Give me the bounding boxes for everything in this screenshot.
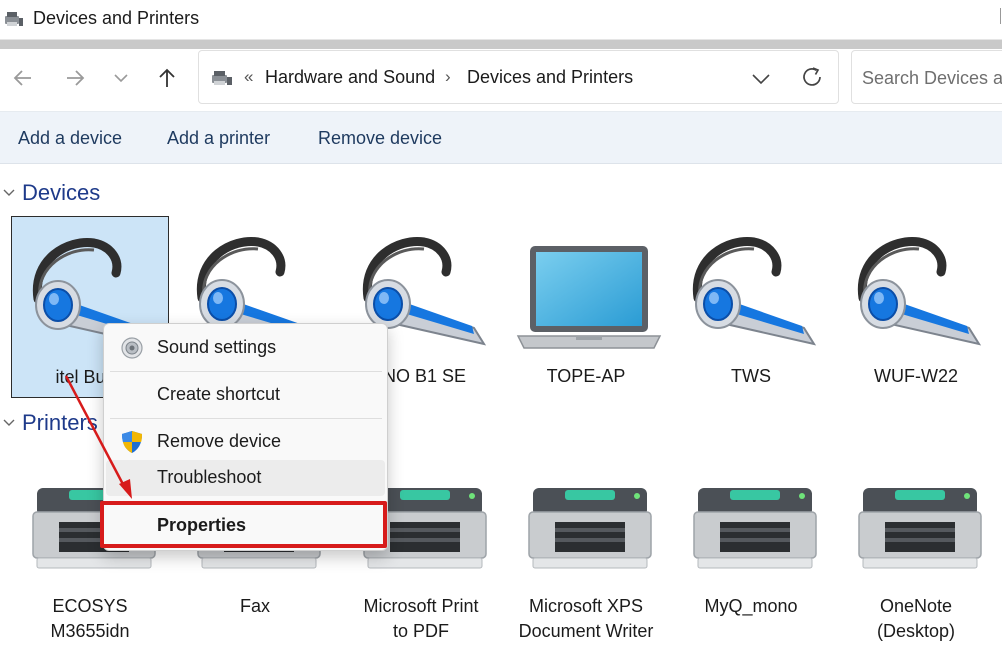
annotation-arrow [64,375,132,499]
